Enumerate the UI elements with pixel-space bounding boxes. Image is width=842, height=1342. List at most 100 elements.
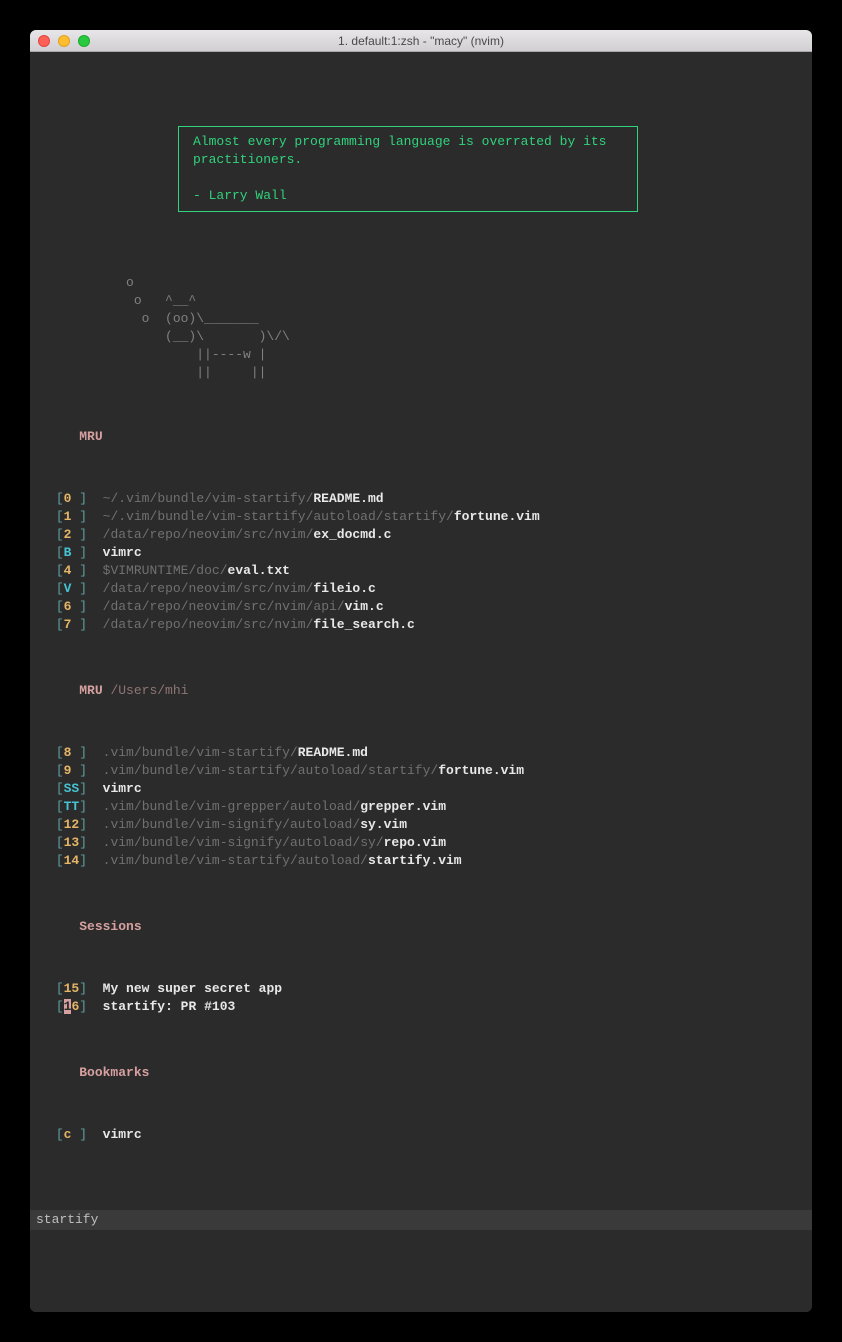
mru-cwd-list: [8 ] .vim/bundle/vim-startify/README.md … [48, 744, 794, 870]
bracket-close: ] [79, 781, 87, 796]
path-file: ex_docmd.c [313, 527, 391, 542]
path-file: fileio.c [313, 581, 375, 596]
path-dir: /data/repo/neovim/src/nvim/ [103, 581, 314, 596]
list-item[interactable]: [9 ] .vim/bundle/vim-startify/autoload/s… [48, 762, 794, 780]
bracket-open: [ [56, 491, 64, 506]
bracket-open: [ [56, 563, 64, 578]
list-item[interactable]: [13] .vim/bundle/vim-signify/autoload/sy… [48, 834, 794, 852]
bracket-open: [ [56, 781, 64, 796]
list-item[interactable]: [4 ] $VIMRUNTIME/doc/eval.txt [48, 562, 794, 580]
list-item[interactable]: [6 ] /data/repo/neovim/src/nvim/api/vim.… [48, 598, 794, 616]
shortcut-key: c [64, 1127, 72, 1142]
list-item[interactable]: [7 ] /data/repo/neovim/src/nvim/file_sea… [48, 616, 794, 634]
mru-cwd-path: /Users/mhi [110, 683, 188, 698]
path-dir: .vim/bundle/vim-startify/autoload/ [103, 853, 368, 868]
path-file: repo.vim [384, 835, 446, 850]
path-dir: /data/repo/neovim/src/nvim/ [103, 527, 314, 542]
bracket-open: [ [56, 581, 64, 596]
path-dir: .vim/bundle/vim-signify/autoload/ [103, 817, 361, 832]
shortcut-key: 14 [64, 853, 80, 868]
path-file: sy.vim [360, 817, 407, 832]
bracket-close: ] [79, 981, 87, 996]
list-item[interactable]: [12] .vim/bundle/vim-signify/autoload/sy… [48, 816, 794, 834]
terminal-content: Almost every programming language is ove… [30, 52, 812, 1312]
path-file: vimrc [103, 1127, 142, 1142]
path-file: eval.txt [228, 563, 290, 578]
cursor: 1 [64, 999, 72, 1014]
path-file: file_search.c [313, 617, 414, 632]
list-item[interactable]: [SS] vimrc [48, 780, 794, 798]
section-mru: MRU [79, 428, 102, 446]
bracket-open: [ [56, 617, 64, 632]
mru-list: [0 ] ~/.vim/bundle/vim-startify/README.m… [48, 490, 794, 634]
shortcut-key: TT [64, 799, 80, 814]
bracket-open: [ [56, 545, 64, 560]
path-file: vim.c [345, 599, 384, 614]
list-item[interactable]: [TT] .vim/bundle/vim-grepper/autoload/gr… [48, 798, 794, 816]
path-file: My new super secret app [103, 981, 282, 996]
path-file: fortune.vim [438, 763, 524, 778]
fortune-quote: Almost every programming language is ove… [178, 126, 638, 212]
path-dir: /data/repo/neovim/src/nvim/ [103, 617, 314, 632]
shortcut-key: 16 [64, 999, 80, 1014]
list-item[interactable]: [2 ] /data/repo/neovim/src/nvim/ex_docmd… [48, 526, 794, 544]
bookmarks-list: [c ] vimrc [48, 1126, 794, 1144]
bracket-open: [ [56, 817, 64, 832]
path-dir: $VIMRUNTIME/doc/ [103, 563, 228, 578]
bracket-close: ] [71, 563, 87, 578]
list-item[interactable]: [0 ] ~/.vim/bundle/vim-startify/README.m… [48, 490, 794, 508]
list-item[interactable]: [1 ] ~/.vim/bundle/vim-startify/autoload… [48, 508, 794, 526]
bracket-close: ] [71, 581, 87, 596]
list-item[interactable]: [14] .vim/bundle/vim-startify/autoload/s… [48, 852, 794, 870]
path-dir: ~/.vim/bundle/vim-startify/ [103, 491, 314, 506]
list-item[interactable]: [8 ] .vim/bundle/vim-startify/README.md [48, 744, 794, 762]
bracket-open: [ [56, 1127, 64, 1142]
bracket-open: [ [56, 999, 64, 1014]
path-dir: .vim/bundle/vim-signify/autoload/sy/ [103, 835, 384, 850]
bracket-open: [ [56, 527, 64, 542]
bracket-close: ] [79, 835, 87, 850]
path-dir: /data/repo/neovim/src/nvim/api/ [103, 599, 345, 614]
list-item[interactable]: [15] My new super secret app [48, 980, 794, 998]
path-dir: .vim/bundle/vim-startify/ [103, 745, 298, 760]
quote-text: Almost every programming language is ove… [193, 134, 614, 167]
path-file: README.md [298, 745, 368, 760]
shortcut-key: 13 [64, 835, 80, 850]
shortcut-key: 12 [64, 817, 80, 832]
path-file: vimrc [103, 545, 142, 560]
section-sessions: Sessions [79, 918, 141, 936]
path-file: grepper.vim [360, 799, 446, 814]
minimize-icon[interactable] [58, 35, 70, 47]
bracket-close: ] [71, 1127, 87, 1142]
shortcut-key: 15 [64, 981, 80, 996]
bracket-open: [ [56, 763, 64, 778]
bracket-close: ] [71, 545, 87, 560]
path-file: README.md [313, 491, 383, 506]
path-file: startify.vim [368, 853, 462, 868]
bracket-close: ] [79, 799, 87, 814]
section-mru-cwd: MRU /Users/mhi [79, 682, 188, 700]
zoom-icon[interactable] [78, 35, 90, 47]
titlebar[interactable]: 1. default:1:zsh - "macy" (nvim) [30, 30, 812, 52]
path-file: vimrc [103, 781, 142, 796]
section-bookmarks: Bookmarks [79, 1064, 149, 1082]
bracket-open: [ [56, 835, 64, 850]
bracket-open: [ [56, 853, 64, 868]
path-file: startify: PR #103 [103, 999, 236, 1014]
quote-author: - Larry Wall [193, 188, 287, 203]
window-title: 1. default:1:zsh - "macy" (nvim) [30, 34, 812, 48]
ascii-art-cow: o o ^__^ o (oo)\_______ (__)\ )\/\ ||---… [48, 274, 794, 382]
bracket-close: ] [71, 527, 87, 542]
close-icon[interactable] [38, 35, 50, 47]
terminal-window: 1. default:1:zsh - "macy" (nvim) Almost … [30, 30, 812, 1312]
list-item[interactable]: [16] startify: PR #103 [48, 998, 794, 1016]
sessions-list: [15] My new super secret app [16] starti… [48, 980, 794, 1016]
list-item[interactable]: [V ] /data/repo/neovim/src/nvim/fileio.c [48, 580, 794, 598]
bracket-close: ] [79, 853, 87, 868]
list-item[interactable]: [c ] vimrc [48, 1126, 794, 1144]
path-dir: .vim/bundle/vim-grepper/autoload/ [103, 799, 361, 814]
list-item[interactable]: [B ] vimrc [48, 544, 794, 562]
bracket-close: ] [71, 745, 87, 760]
bracket-close: ] [71, 599, 87, 614]
bracket-close: ] [71, 509, 87, 524]
